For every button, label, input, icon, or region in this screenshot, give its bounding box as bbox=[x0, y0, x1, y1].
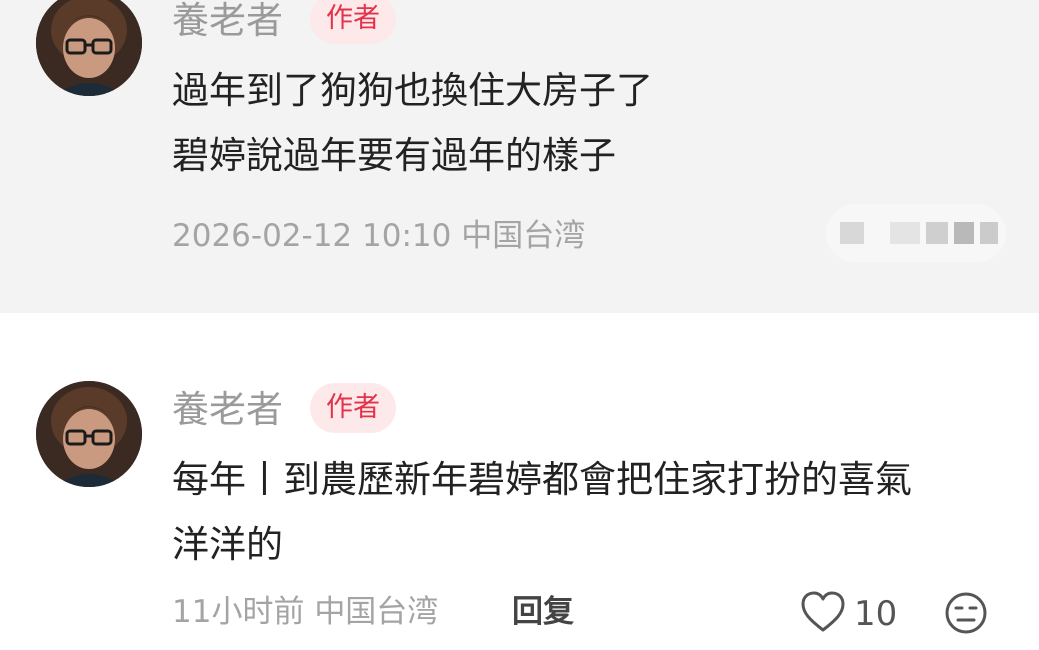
comment-text-line: 碧婷說過年要有過年的樣子 bbox=[172, 134, 616, 177]
avatar-image bbox=[36, 0, 142, 96]
comment-location: 中国台湾 bbox=[461, 218, 586, 254]
comment-item: 養老者 作者 過年到了狗狗也換住大房子了 碧婷說過年要有過年的樣子 2026-0… bbox=[0, 0, 1039, 313]
avatar-image bbox=[36, 381, 142, 487]
comment-meta: 11小时前 中国台湾 bbox=[172, 597, 438, 628]
blurred-block bbox=[890, 222, 920, 244]
comment-item: 養老者 作者 每年丨到農歷新年碧婷都會把住家打扮的喜氣 洋洋的 11小时前 中国… bbox=[0, 313, 1039, 650]
blurred-block bbox=[980, 222, 998, 244]
blurred-actions bbox=[826, 204, 1006, 262]
author-name[interactable]: 養老者 bbox=[172, 2, 283, 39]
like-count: 10 bbox=[854, 594, 898, 634]
blurred-block bbox=[840, 222, 864, 244]
comment-location: 中国台湾 bbox=[314, 594, 439, 630]
author-avatar[interactable] bbox=[36, 381, 142, 487]
author-badge: 作者 bbox=[310, 383, 396, 433]
author-name[interactable]: 養老者 bbox=[172, 391, 283, 428]
author-badge: 作者 bbox=[310, 0, 396, 44]
comment-meta: 2026-02-12 10:10 中国台湾 bbox=[172, 221, 585, 252]
heart-outline-icon[interactable] bbox=[800, 590, 846, 634]
blurred-block bbox=[954, 222, 974, 244]
comment-timestamp: 2026-02-12 10:10 bbox=[172, 218, 452, 254]
blurred-block bbox=[926, 222, 948, 244]
reply-button[interactable]: 回复 bbox=[512, 597, 574, 628]
comment-text-line: 過年到了狗狗也換住大房子了 bbox=[172, 69, 653, 112]
comment-text-line: 每年丨到農歷新年碧婷都會把住家打扮的喜氣 bbox=[172, 458, 912, 501]
comment-text-line: 洋洋的 bbox=[172, 523, 283, 566]
emoji-face-icon[interactable] bbox=[944, 591, 988, 635]
comment-timestamp: 11小时前 bbox=[172, 594, 305, 630]
author-avatar[interactable] bbox=[36, 0, 142, 96]
